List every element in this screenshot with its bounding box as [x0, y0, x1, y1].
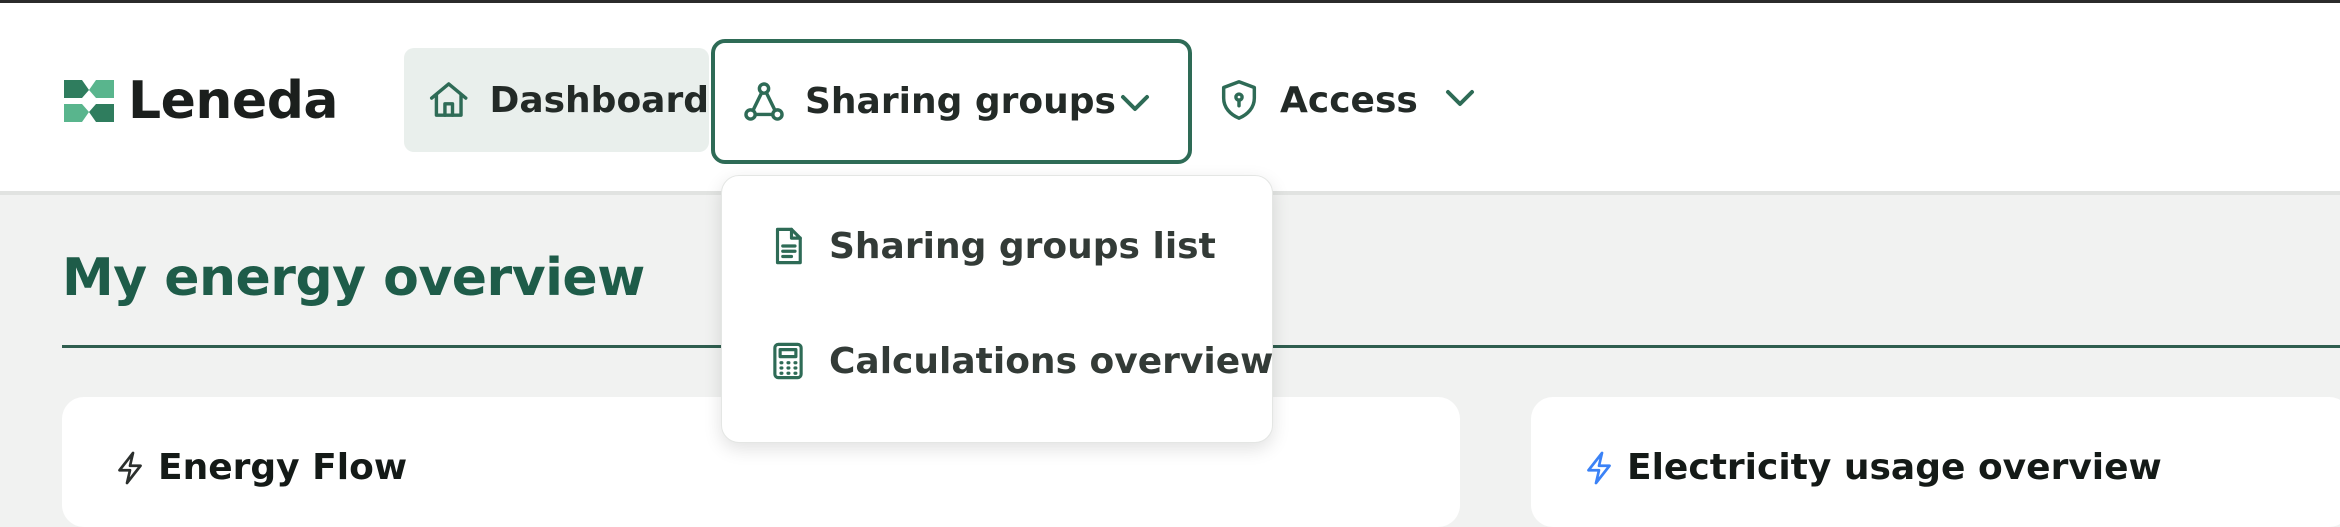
share-nodes-icon: [744, 81, 784, 121]
sharing-groups-dropdown-menu: Sharing groups list Calculations overvie…: [721, 175, 1273, 443]
menu-item-calculations-overview[interactable]: Calculations overview: [767, 338, 1273, 384]
nav-dashboard-label: Dashboard: [489, 79, 709, 121]
page-title: My energy overview: [62, 248, 645, 308]
chevron-down-icon: [1446, 90, 1474, 106]
energy-flow-card-title: Energy Flow: [112, 447, 407, 488]
electricity-usage-card: Electricity usage overview: [1531, 397, 2340, 527]
calculator-icon: [773, 342, 803, 380]
document-icon: [775, 227, 802, 265]
menu-item-sharing-groups-list[interactable]: Sharing groups list: [767, 223, 1216, 269]
lightning-icon: [118, 451, 142, 484]
top-navigation-bar: Leneda Dashboard Sharing groups Access: [0, 3, 2340, 195]
electricity-usage-card-title: Electricity usage overview: [1581, 447, 2162, 488]
lightning-icon: [1587, 451, 1611, 484]
nav-sharing-groups[interactable]: Sharing groups: [711, 39, 1192, 164]
shield-icon: [1221, 80, 1257, 120]
menu-item-sharing-groups-list-label: Sharing groups list: [829, 225, 1216, 267]
electricity-usage-title-text: Electricity usage overview: [1627, 447, 2162, 488]
home-icon: [429, 82, 468, 117]
app-name: Leneda: [128, 71, 339, 131]
energy-flow-title-text: Energy Flow: [158, 447, 408, 488]
nav-access[interactable]: Access: [1212, 48, 1512, 152]
nav-dashboard[interactable]: Dashboard: [404, 48, 709, 152]
menu-item-calculations-overview-label: Calculations overview: [829, 340, 1274, 382]
chevron-down-icon: [1121, 95, 1149, 111]
leneda-logo[interactable]: Leneda: [60, 71, 339, 131]
nav-sharing-groups-label: Sharing groups: [805, 81, 1116, 122]
nav-access-label: Access: [1280, 79, 1418, 121]
leneda-logo-mark: [64, 80, 114, 122]
